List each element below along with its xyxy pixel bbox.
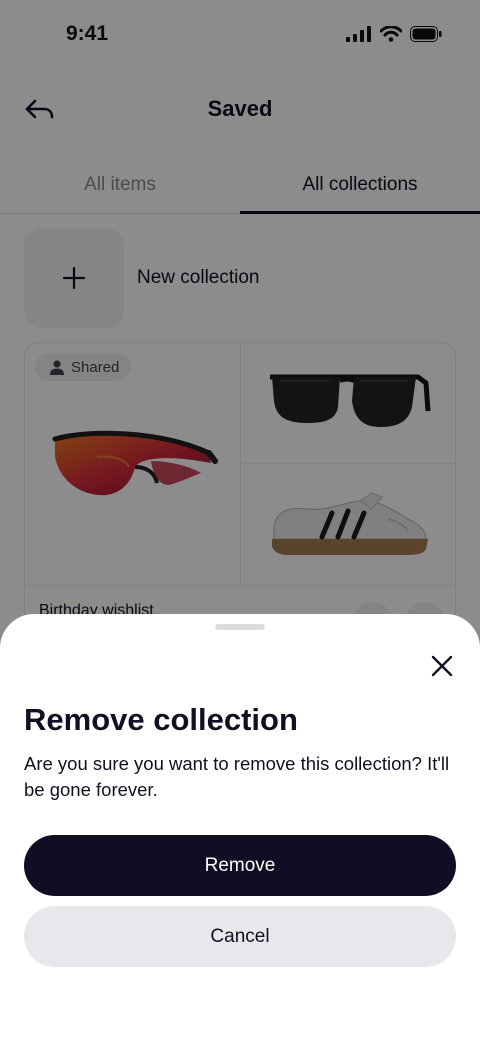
sheet-title: Remove collection [24, 702, 298, 737]
cancel-button[interactable]: Cancel [24, 906, 456, 967]
close-icon [431, 655, 453, 677]
app-screen: 9:41 Saved All items All collections New… [0, 0, 480, 1040]
sheet-grabber[interactable] [215, 624, 265, 630]
close-button[interactable] [428, 652, 456, 680]
sheet-message: Are you sure you want to remove this col… [24, 753, 450, 800]
remove-button[interactable]: Remove [24, 835, 456, 896]
remove-collection-sheet: Remove collection Are you sure you want … [0, 614, 480, 1040]
